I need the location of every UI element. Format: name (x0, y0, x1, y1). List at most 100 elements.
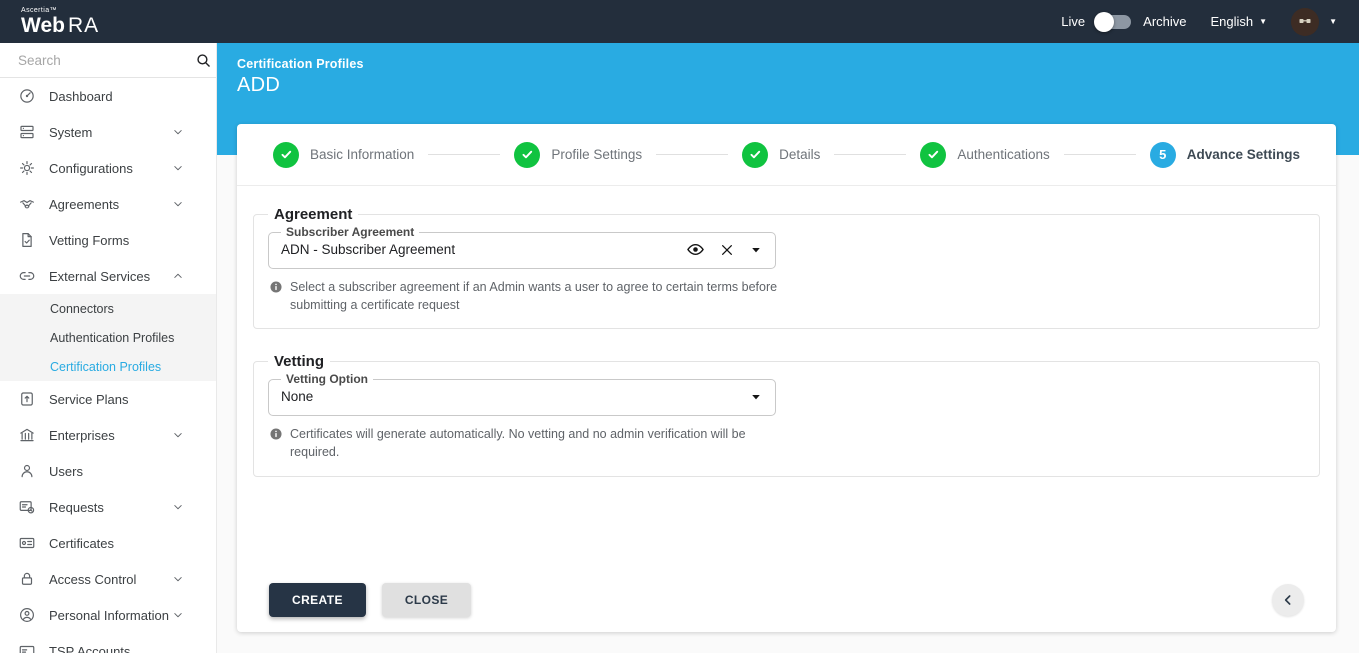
sidebar-item-tsp-accounts[interactable]: TSP Accounts (0, 633, 216, 653)
field-icons (686, 240, 763, 259)
page-header: Certification Profiles ADD (217, 43, 1359, 124)
step-connector (834, 154, 907, 155)
toggle-knob[interactable] (1094, 11, 1115, 32)
agreements-icon (18, 195, 36, 213)
info-icon (269, 427, 283, 441)
stepper-step-basic-information[interactable]: Basic Information (273, 141, 415, 168)
field-label: Vetting Option (286, 372, 368, 387)
sidebar-item-external-services[interactable]: External Services (0, 258, 216, 294)
sidebar-item-system[interactable]: System (0, 114, 216, 150)
chevron-up-icon (169, 269, 187, 283)
wizard-stepper: Basic Information Profile Settings Details… (237, 124, 1336, 186)
field-icons (749, 390, 763, 404)
topbar-controls: Live Archive English ▼ ▼ (1061, 7, 1359, 36)
step-check-icon (273, 141, 299, 168)
user-menu-chevron-icon[interactable]: ▼ (1329, 17, 1337, 26)
sidebar-item-label: Vetting Forms (49, 232, 130, 248)
sidebar-item-label: Access Control (49, 571, 137, 587)
brand-main-text: Web RA (21, 14, 100, 37)
field-value-row[interactable]: None (281, 387, 763, 406)
field-label: Subscriber Agreement (286, 225, 415, 239)
back-button[interactable] (1272, 584, 1304, 616)
enterprises-icon (18, 426, 36, 444)
field-info-text: Select a subscriber agreement if an Admi… (290, 280, 778, 313)
close-button[interactable]: CLOSE (381, 583, 472, 617)
sidebar-item-label: Enterprises (49, 427, 115, 443)
search-icon[interactable] (195, 52, 212, 69)
brand-small-text: Ascertia™ (21, 7, 57, 14)
vetting-forms-icon (18, 231, 36, 249)
sidebar-item-agreements[interactable]: Agreements (0, 186, 216, 222)
sidebar-item-configurations[interactable]: Configurations (0, 150, 216, 186)
vetting-section: Vetting Vetting Option None Certificates wi… (253, 353, 1320, 477)
stepper-step-profile-settings[interactable]: Profile Settings (514, 141, 643, 168)
step-label: Authentications (957, 147, 1050, 162)
clear-icon[interactable] (719, 242, 735, 258)
action-bar: CREATE CLOSE (253, 583, 1320, 632)
wizard-card: Basic Information Profile Settings Details… (237, 124, 1336, 632)
sidebar-item-vetting-forms[interactable]: Vetting Forms (0, 222, 216, 258)
vetting-option-field[interactable]: Vetting Option None (268, 372, 776, 417)
chevron-down-icon (169, 500, 187, 514)
subscriber-agreement-field[interactable]: Subscriber Agreement ADN - Subscriber Agr… (268, 225, 776, 269)
chevron-down-icon (169, 125, 187, 139)
step-check-icon (920, 141, 947, 168)
create-button[interactable]: CREATE (269, 583, 366, 617)
eye-icon[interactable] (686, 240, 705, 259)
sidebar-item-label: System (49, 124, 93, 140)
sidebar-item-requests[interactable]: Requests (0, 489, 216, 525)
chevron-down-icon (169, 608, 187, 622)
sidebar-item-label: Certificates (49, 535, 115, 551)
sidebar-item-enterprises[interactable]: Enterprises (0, 417, 216, 453)
certificates-icon (18, 534, 36, 552)
configurations-icon (18, 159, 36, 177)
step-check-icon (514, 141, 541, 168)
sidebar-item-authentication-profiles[interactable]: Authentication Profiles (0, 323, 216, 352)
chevron-down-icon (169, 197, 187, 211)
sidebar-item-label: Authentication Profiles (50, 330, 175, 345)
sidebar-item-access-control[interactable]: Access Control (0, 561, 216, 597)
sidebar-item-service-plans[interactable]: Service Plans (0, 381, 216, 417)
chevron-down-icon (169, 572, 187, 586)
page-title: ADD (237, 74, 281, 96)
stepper-step-advance-settings[interactable]: 5 Advance Settings (1149, 141, 1301, 168)
external-services-submenu: Connectors Authentication Profiles Certifi… (0, 294, 216, 381)
field-info: Certificates will generate automatically… (269, 425, 793, 461)
sidebar-item-dashboard[interactable]: Dashboard (0, 78, 216, 114)
sidebar-item-certificates[interactable]: Certificates (0, 525, 216, 561)
external-services-icon (18, 267, 36, 285)
user-avatar[interactable] (1291, 7, 1320, 36)
language-selector[interactable]: English ▼ (1211, 14, 1268, 29)
step-connector (428, 154, 501, 155)
sidebar-item-connectors[interactable]: Connectors (0, 294, 216, 323)
sidebar-item-personal-information[interactable]: Personal Information (0, 597, 216, 633)
step-label: Basic Information (310, 147, 415, 162)
agreement-section: Agreement Subscriber Agreement ADN - Subsc… (253, 206, 1320, 330)
service-plans-icon (18, 390, 36, 408)
sidebar-nav: Dashboard System Configurations Agreements V… (0, 78, 216, 653)
sidebar-item-certification-profiles[interactable]: Certification Profiles (0, 352, 216, 381)
sidebar: Dashboard System Configurations Agreements V… (0, 43, 217, 653)
brand-logo[interactable]: Ascertia™ Web RA (0, 7, 217, 36)
search-input[interactable] (18, 52, 195, 68)
sidebar-item-label: Certification Profiles (50, 359, 162, 374)
sidebar-item-label: External Services (49, 268, 151, 284)
live-archive-toggle[interactable] (1094, 11, 1132, 32)
sidebar-item-label: Service Plans (49, 391, 129, 407)
field-value-row[interactable]: ADN - Subscriber Agreement (281, 240, 763, 259)
stepper-step-authentications[interactable]: Authentications (920, 141, 1050, 168)
sidebar-item-users[interactable]: Users (0, 453, 216, 489)
step-number: 5 (1149, 141, 1176, 168)
stepper-step-details[interactable]: Details (742, 141, 820, 168)
sidebar-item-label: Users (49, 463, 83, 479)
dropdown-icon[interactable] (749, 243, 763, 257)
sidebar-item-label: Dashboard (49, 88, 113, 104)
step-label: Advance Settings (1186, 147, 1301, 162)
chevron-down-icon (169, 161, 187, 175)
language-label: English (1210, 14, 1254, 29)
step-label: Profile Settings (551, 147, 643, 162)
field-info-text: Certificates will generate automatically… (290, 427, 746, 460)
dropdown-icon[interactable] (749, 390, 763, 404)
chevron-left-icon (1280, 592, 1296, 608)
personal-information-icon (18, 606, 36, 624)
